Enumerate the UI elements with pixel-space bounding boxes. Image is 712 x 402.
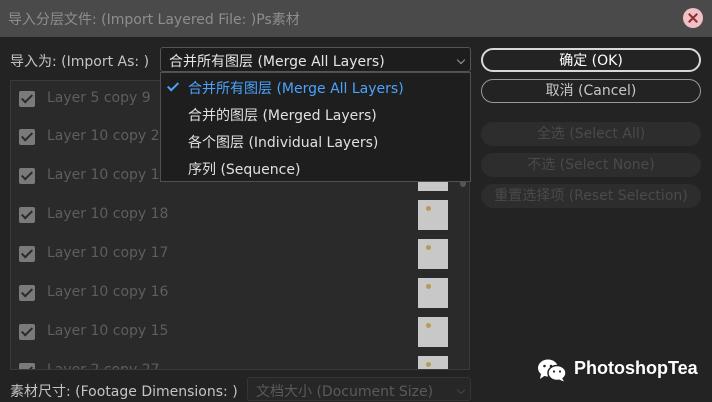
layer-name: Layer 10 copy 15 [47,323,169,339]
layer-row[interactable]: Layer 2 copy 27 [11,351,457,370]
footage-dimensions-select[interactable]: 文档大小 (Document Size) [247,377,471,401]
select-none-button[interactable]: 不选 (Select None) [481,153,701,177]
layer-thumbnail [418,278,448,308]
import-as-select[interactable]: 合并所有图层 (Merge All Layers) [160,47,471,72]
layer-row[interactable]: Layer 10 copy 17 [11,234,457,272]
layer-checkbox[interactable] [19,91,35,107]
footage-dimensions-label: 素材尺寸: (Footage Dimensions: ) [10,384,238,400]
layer-row[interactable]: Layer 10 copy 15 [11,312,457,350]
import-as-label: 导入为: (Import As: ) [10,54,150,70]
menu-item-label: 合并的图层 (Merged Layers) [188,108,377,124]
layer-row[interactable]: Layer 10 copy 16 [11,273,457,311]
layer-thumbnail [418,317,448,347]
layer-name: Layer 10 copy 16 [47,284,169,300]
layer-row[interactable]: Layer 10 copy 18 [11,195,457,233]
window-title: 导入分层文件: (Import Layered File: )Ps素材 [8,12,300,28]
chevron-down-icon [456,55,466,65]
layer-name: Layer 10 copy 20 [47,128,169,144]
layer-name: Layer 2 copy 27 [47,362,160,370]
menu-item-individual-layers[interactable]: 各个图层 (Individual Layers) [161,128,470,155]
layer-thumbnail [418,239,448,269]
cancel-button[interactable]: 取消 (Cancel) [481,79,701,103]
layer-name: Layer 10 copy 17 [47,245,169,261]
layer-checkbox[interactable] [19,207,35,223]
layer-checkbox[interactable] [19,246,35,262]
menu-item-merged-layers[interactable]: 合并的图层 (Merged Layers) [161,101,470,128]
layer-checkbox[interactable] [19,363,35,369]
layer-thumbnail [418,356,448,369]
title-bar: 导入分层文件: (Import Layered File: )Ps素材 [0,0,712,37]
layer-checkbox[interactable] [19,168,35,184]
layer-checkbox[interactable] [19,285,35,301]
reset-selection-button[interactable]: 重置选择项 (Reset Selection) [481,184,701,208]
layer-checkbox[interactable] [19,324,35,340]
chevron-down-icon [456,385,466,395]
import-as-dropdown-menu: 合并所有图层 (Merge All Layers) 合并的图层 (Merged … [160,72,471,182]
layer-checkbox[interactable] [19,129,35,145]
checkmark-icon [166,79,180,92]
ok-button[interactable]: 确定 (OK) [481,48,701,72]
layer-name: Layer 10 copy 18 [47,206,169,222]
import-as-selected-value: 合并所有图层 (Merge All Layers) [169,54,385,70]
menu-item-label: 各个图层 (Individual Layers) [188,135,379,151]
menu-item-label: 合并所有图层 (Merge All Layers) [188,81,404,97]
watermark-text: PhotoshopTea [574,358,698,378]
menu-item-sequence[interactable]: 序列 (Sequence) [161,155,470,182]
menu-item-merge-all-layers[interactable]: 合并所有图层 (Merge All Layers) [161,74,470,101]
footage-dimensions-value: 文档大小 (Document Size) [256,384,434,400]
close-icon[interactable] [683,8,703,28]
select-all-button[interactable]: 全选 (Select All) [481,122,701,146]
layer-name: Layer 10 copy 19 [47,167,169,183]
layer-thumbnail [418,200,448,230]
layer-name: Layer 5 copy 9 [47,90,151,106]
wechat-icon [538,359,567,382]
menu-item-label: 序列 (Sequence) [188,162,301,178]
